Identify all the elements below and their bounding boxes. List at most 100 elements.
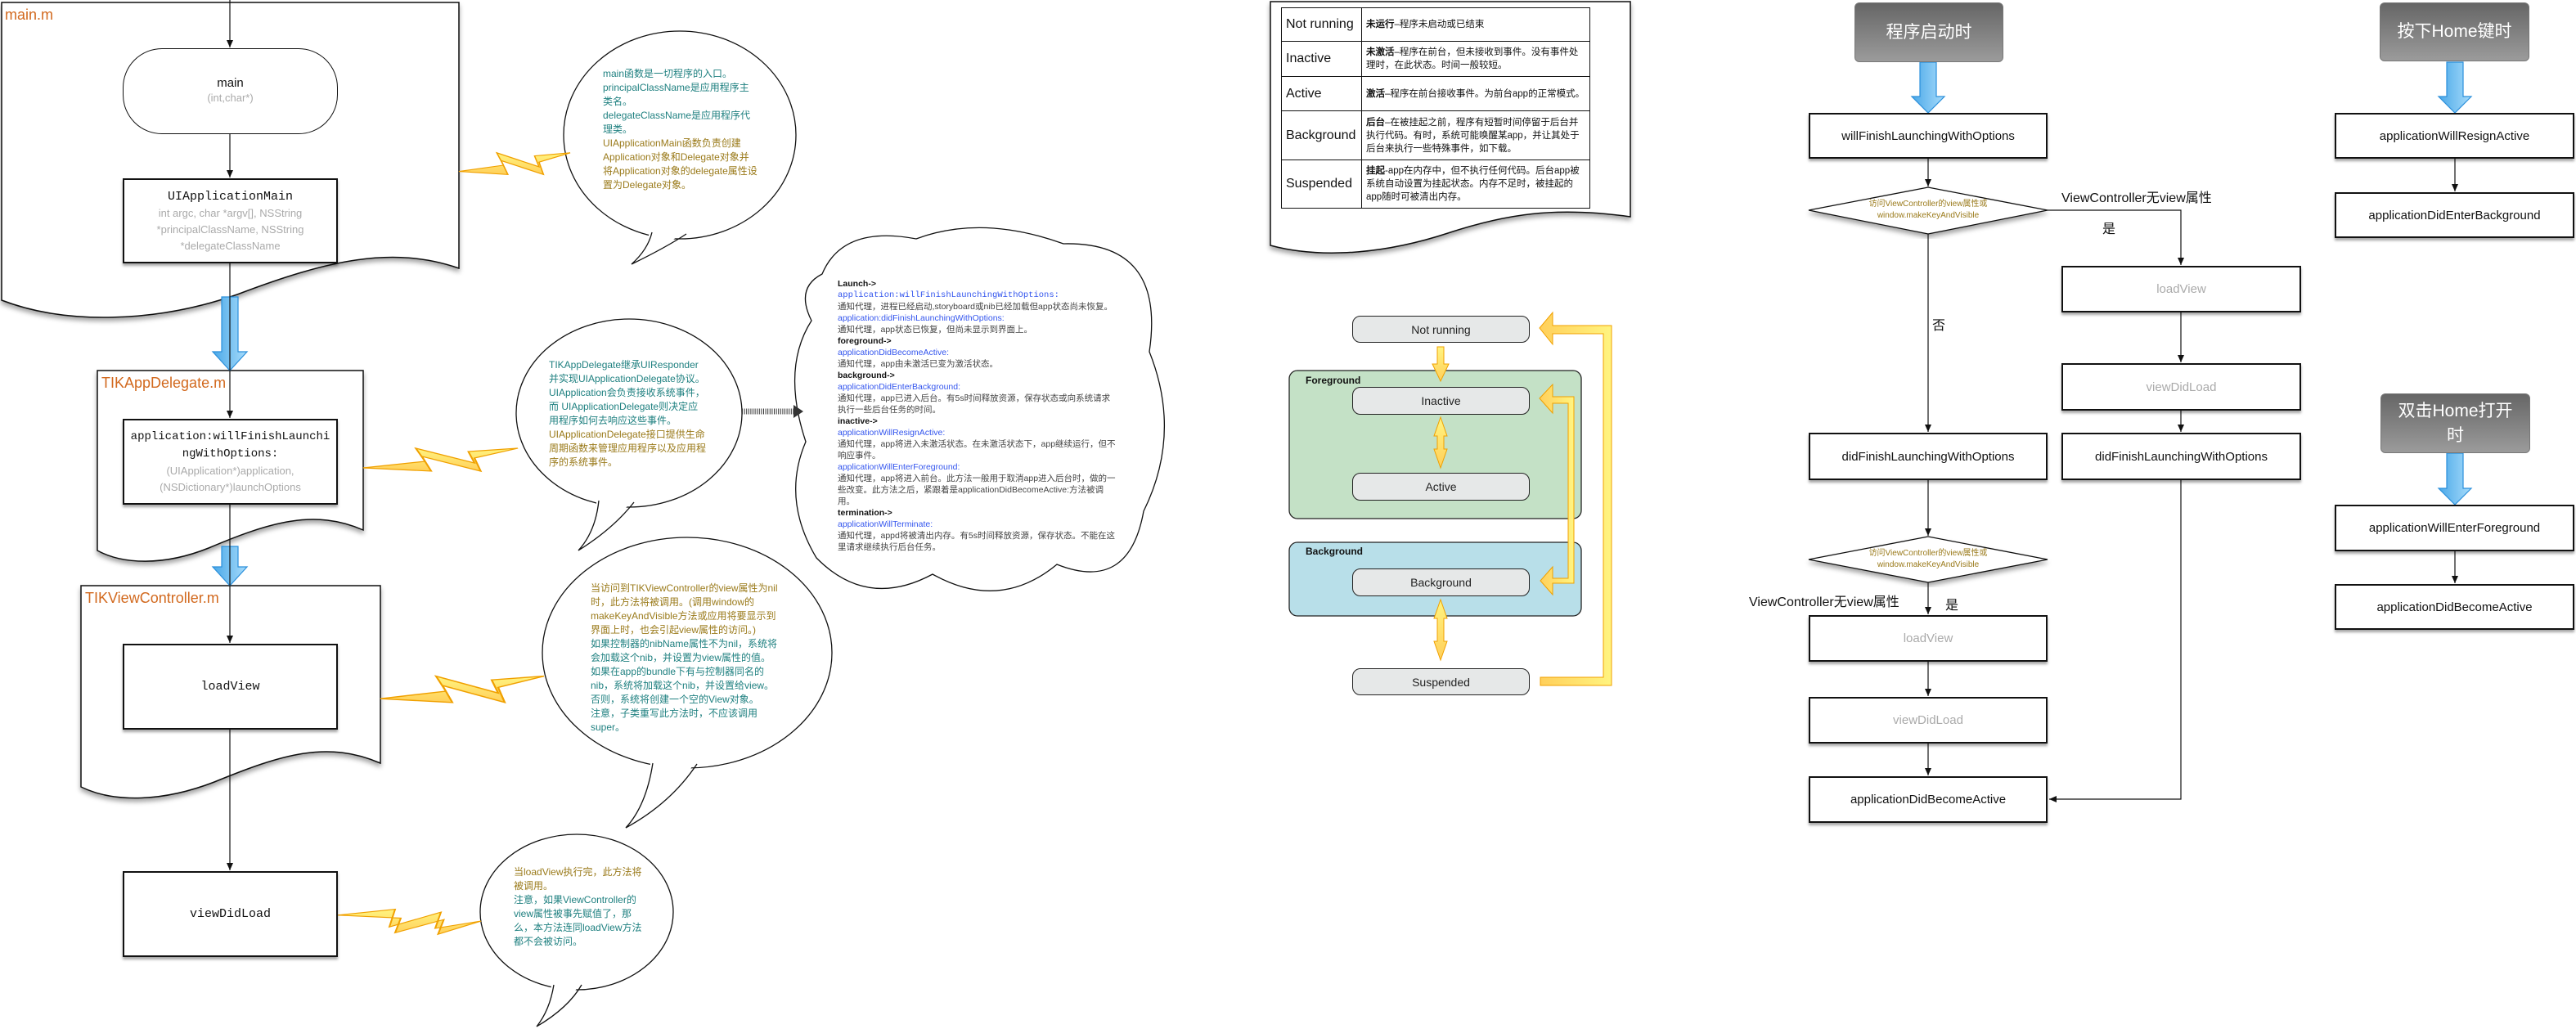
main-function-params: (int,char*) xyxy=(207,92,254,104)
state-description-bold: 激活 xyxy=(1366,88,1385,99)
bubble-line: 当访问到TIKViewController的view属性为nil时，此方法将被调… xyxy=(591,582,778,636)
table-row: Inactive 未激活–程序在前台，但未接收到事件。没有事件处理时，在此状态。时… xyxy=(1281,41,1590,77)
no-view-label: ViewController无view属性 xyxy=(2061,191,2212,205)
reopen-header: 双击Home打开时 xyxy=(2380,393,2530,453)
state-active: Active xyxy=(1352,473,1530,501)
state-description: 未运行–程序未启动或已结束 xyxy=(1361,7,1590,42)
diagram-canvas: main.m main (int,char*) UIApplicationMai… xyxy=(0,0,2576,1029)
background-group-label: Background xyxy=(1306,546,1364,557)
state-description-bold: 未运行 xyxy=(1366,20,1395,29)
decision-1-text: 访问ViewController的view属性或 window.makeKeyA… xyxy=(1833,199,2023,222)
main-m-label: main.m xyxy=(5,7,54,23)
bubble-line: UIApplicationMain函数负责创建Application对象和Del… xyxy=(603,137,758,191)
state-description-text: –程序在前台接收事件。为前台app的正常模式。 xyxy=(1385,88,1585,99)
yes-label-2: 是 xyxy=(1945,599,1959,613)
did-finish-label: didFinishLaunchingWithOptions xyxy=(1841,449,2015,464)
bubble-loadview-text: 当访问到TIKViewController的view属性为nil时，此方法将被调… xyxy=(591,582,785,735)
cloud-heading: foreground-> xyxy=(838,336,892,346)
view-did-load-label: viewDidLoad xyxy=(1893,713,1963,727)
cloud-desc: 通知代理，appd将被清出内存。有5s时间释放资源，保存状态。不能在这里请求继续… xyxy=(838,531,1115,552)
state-description-text: –在被挂起之前，程序有短暂时间停留于后台并执行代码。有时，系统可能唤醒某app，… xyxy=(1366,117,1580,154)
bubble-line: TIKAppDelegate继承UIResponder并实现UIApplicat… xyxy=(549,359,705,384)
main-function-title: main xyxy=(217,76,244,90)
did-become-active-box-reopen: applicationDidBecomeActive xyxy=(2335,584,2574,630)
state-background: Background xyxy=(1352,568,1530,596)
will-enter-foreground-label: applicationWillEnterForeground xyxy=(2368,521,2541,535)
state-name: Active xyxy=(1281,76,1362,111)
state-inactive: Inactive xyxy=(1352,387,1530,415)
did-become-active-label: applicationDidBecomeActive xyxy=(2376,600,2533,614)
viewcontroller-m-label: TIKViewController.m xyxy=(85,590,219,606)
decision-2-line: window.makeKeyAndVisible xyxy=(1877,560,1980,569)
table-row: Not running 未运行–程序未启动或已结束 xyxy=(1281,7,1590,42)
blue-arrow-launch xyxy=(1910,61,1946,114)
cloud-desc: 通知代理，app状态已恢复，但尚未显示到界面上。 xyxy=(838,325,1033,335)
bubble-line: 注意，子类重写此方法时，不应该调用super。 xyxy=(591,708,758,733)
viewdidload-box: viewDidLoad xyxy=(123,871,338,957)
bubble-line: delegateClassName是应用程序代理类。 xyxy=(603,110,751,135)
bubble-line: UIApplicationDelegate接口提供生命周期函数来管理应用程序以及… xyxy=(549,429,707,468)
table-row: Suspended 挂起-app在内存中，但不执行任何代码。后台app被系统自动设… xyxy=(1281,160,1590,209)
speech-bubble-loadview-tail xyxy=(626,757,699,828)
load-view-box: loadView xyxy=(1809,615,2048,662)
state-description-text: -app在内存中，但不执行任何代码。后台app被系统自动设置为挂起状态。内存不足… xyxy=(1366,166,1580,202)
bubble-viewdidload-text: 当loadView执行完，此方法将被调用。 注意，如果ViewControlle… xyxy=(514,865,646,949)
bubble-line: 否则，系统将创建一个空的View对象。 xyxy=(591,694,759,705)
bubble-line: UIApplication会负责接收系统事件，而 UIApplicationDe… xyxy=(549,387,705,426)
cloud-desc: 通知代理，app已进入后台。有5s时间释放资源，保存状态或向系统请求执行一些后台… xyxy=(838,393,1111,415)
load-view-label: loadView xyxy=(2156,282,2206,296)
did-enter-background-label: applicationDidEnterBackground xyxy=(2368,208,2541,222)
cloud-method: applicationWillTerminate: xyxy=(838,519,933,529)
state-description-bold: 挂起 xyxy=(1366,166,1385,176)
willfinish-method-title: application:willFinishLaunchingWithOptio… xyxy=(130,429,330,461)
state-description-bold: 未激活 xyxy=(1366,47,1395,57)
launch-header: 程序启动时 xyxy=(1854,2,2003,62)
cloud-method: applicationWillEnterForeground: xyxy=(838,462,960,472)
cloud-heading: termination-> xyxy=(838,508,892,518)
did-finish-label: didFinishLaunchingWithOptions xyxy=(2095,449,2268,464)
uiapplicationmain-box: UIApplicationMain int argc, char *argv[]… xyxy=(123,178,338,263)
will-resign-active-label: applicationWillResignActive xyxy=(2379,128,2530,143)
uiapplicationmain-title: UIApplicationMain xyxy=(167,189,294,204)
state-description: 挂起-app在内存中，但不执行任何代码。后台app被系统自动设置为挂起状态。内存… xyxy=(1361,160,1590,209)
loadview-box: loadView xyxy=(123,644,338,730)
cloud-heading: background-> xyxy=(838,371,895,380)
cloud-desc: 通知代理，app将进入前台。此方法一般用于取消app进入后台时，做的一些改变。此… xyxy=(838,474,1116,506)
blue-arrow-reopen xyxy=(2437,452,2473,506)
state-description: 激活–程序在前台接收事件。为前台app的正常模式。 xyxy=(1361,76,1590,111)
state-name: Not running xyxy=(1281,7,1362,42)
cloud-method: applicationWillResignActive: xyxy=(838,428,946,438)
cloud-method: application:didFinishLaunchingWithOption… xyxy=(838,313,1005,323)
willfinish-method-params: (UIApplication*)application, (NSDictiona… xyxy=(160,464,301,493)
foreground-group-label: Foreground xyxy=(1306,375,1361,386)
state-name: Inactive xyxy=(1281,41,1362,77)
lightning-bolt-viewdidload xyxy=(337,908,482,936)
load-view-box-yes-branch: loadView xyxy=(2061,266,2301,312)
decision-2-line: 访问ViewController的view属性或 xyxy=(1868,549,1988,558)
bubble-line: main函数是一切程序的入口。 xyxy=(603,68,733,79)
did-become-active-label: applicationDidBecomeActive xyxy=(1850,793,2007,807)
no-view-label-2: ViewController无view属性 xyxy=(1749,595,1899,609)
bubble-delegate-text: TIKAppDelegate继承UIResponder并实现UIApplicat… xyxy=(549,358,706,470)
load-view-label: loadView xyxy=(1903,631,1953,645)
bubble-main-text: main函数是一切程序的入口。 principalClassName是应用程序主… xyxy=(603,67,758,192)
cloud-desc: 通知代理，app将进入未激活状态。在未激活状态下，app继续运行，但不响应事件。 xyxy=(838,439,1116,461)
speech-bubble-delegate-tail xyxy=(578,495,636,550)
state-not-running: Not running xyxy=(1352,316,1530,343)
bubble-line: 注意，如果ViewController的view属性被事先赋值了，那么，本方法连… xyxy=(514,894,642,947)
lightning-bolt-main xyxy=(458,151,571,176)
blue-arrow-home xyxy=(2437,61,2473,114)
state-description: 未激活–程序在前台，但未接收到事件。没有事件处理时，在此状态。时间一般较短。 xyxy=(1361,41,1590,77)
bubble-line: 如果在app的bundle下有与控制器同名的nib，系统将加载这个nib，并设置… xyxy=(591,666,775,691)
main-function-box: main (int,char*) xyxy=(123,48,338,134)
decision-1-line: 访问ViewController的view属性或 xyxy=(1868,200,1988,209)
delegate-m-label: TIKAppDelegate.m xyxy=(101,375,227,391)
uiapplicationmain-params: int argc, char *argv[], NSString *princi… xyxy=(156,206,304,252)
bubble-line: 如果控制器的nibName属性不为nil，系统将会加载这个nib，并设置为vie… xyxy=(591,638,778,663)
state-description: 后台–在被挂起之前，程序有短暂时间停留于后台并执行代码。有时，系统可能唤醒某ap… xyxy=(1361,110,1590,160)
connector-didfinish2-to-becomeactive xyxy=(2049,480,2182,802)
lightning-bolt-loadview xyxy=(380,675,545,704)
did-become-active-box: applicationDidBecomeActive xyxy=(1809,776,2048,823)
will-enter-foreground-box: applicationWillEnterForeground xyxy=(2335,505,2574,551)
will-finish-label: willFinishLaunchingWithOptions xyxy=(1841,128,2015,143)
